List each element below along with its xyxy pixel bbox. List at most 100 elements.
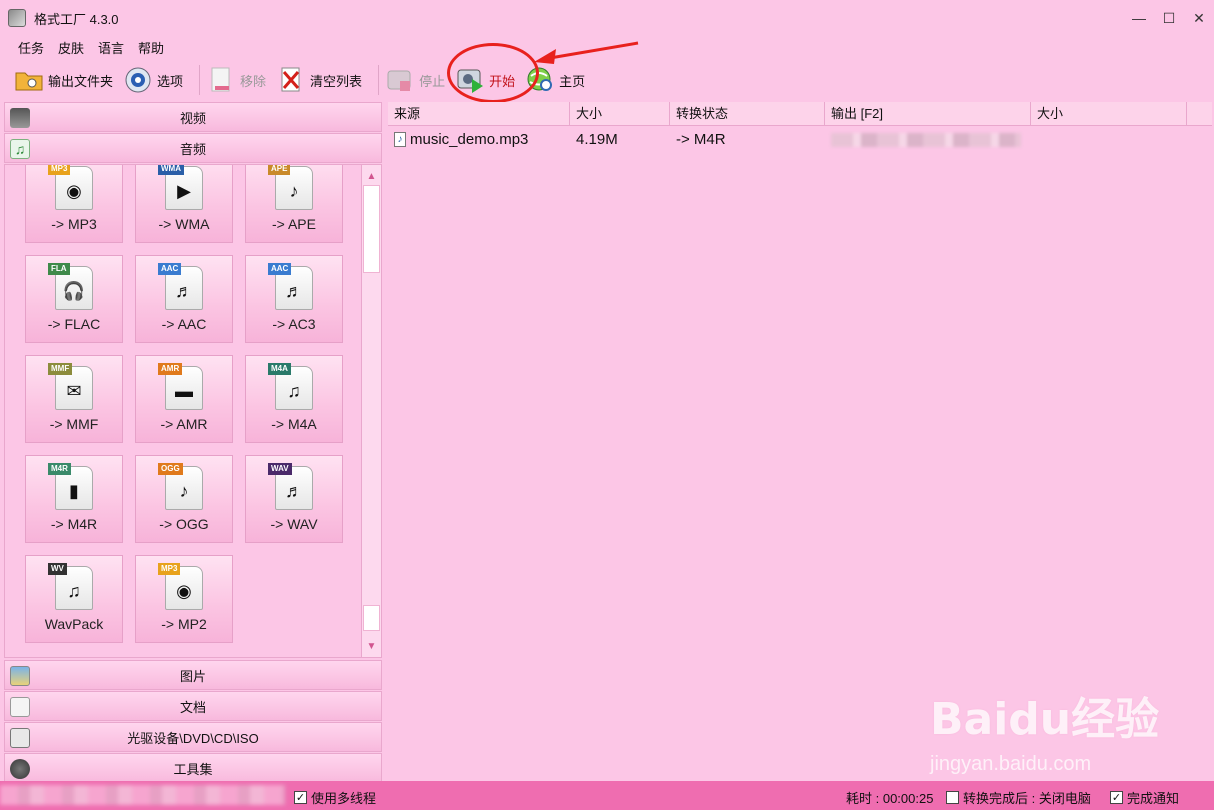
category-audio[interactable]: ♫ 音频 xyxy=(4,133,382,163)
home-label: 主页 xyxy=(559,73,586,89)
format-tag: MP3 xyxy=(48,165,71,175)
output-folder-button[interactable]: 输出文件夹 xyxy=(14,62,123,98)
format-tile[interactable]: AMR ▬ -> AMR xyxy=(135,355,233,443)
notify-option[interactable]: ✓ 完成通知 xyxy=(1110,788,1179,807)
format-scrollbar[interactable]: ▲ ▼ xyxy=(361,165,381,657)
tools-icon xyxy=(10,759,30,779)
format-tag: WV xyxy=(48,563,67,575)
format-glyph-icon: ♫ xyxy=(287,381,301,401)
remove-button[interactable]: 移除 xyxy=(206,62,276,98)
after-done-option[interactable]: 转换完成后 : 关闭电脑 xyxy=(946,788,1091,807)
format-tag: APE xyxy=(268,165,291,175)
column-source[interactable]: 来源 xyxy=(388,102,570,126)
category-rom[interactable]: 光驱设备\DVD\CD\ISO xyxy=(4,722,382,752)
column-output[interactable]: 输出 [F2] xyxy=(825,102,1031,126)
after-done-label: 转换完成后 : 关闭电脑 xyxy=(963,791,1091,806)
format-file-icon: M4A ♫ xyxy=(268,363,313,410)
film-icon xyxy=(10,108,30,128)
output-folder-label: 输出文件夹 xyxy=(48,73,114,89)
format-tile[interactable]: WAV ♬ -> WAV xyxy=(245,455,343,543)
format-tile[interactable]: AAC ♬ -> AAC xyxy=(135,255,233,343)
format-tile[interactable]: FLA 🎧 -> FLAC xyxy=(25,255,123,343)
format-tile[interactable]: MP3 ◉ -> MP2 xyxy=(135,555,233,643)
options-button[interactable]: 选项 xyxy=(123,62,193,98)
format-tile[interactable]: APE ♪ -> APE xyxy=(245,165,343,243)
format-tag: M4R xyxy=(48,463,71,475)
watermark-brand: Baidu经验 xyxy=(930,694,1160,745)
stop-label: 停止 xyxy=(419,73,446,89)
category-picture-label: 图片 xyxy=(179,668,206,684)
format-file-icon: WV ♫ xyxy=(48,563,93,610)
format-glyph-icon: ◉ xyxy=(66,181,82,201)
format-tile[interactable]: MMF ✉ -> MMF xyxy=(25,355,123,443)
format-label: -> M4A xyxy=(271,416,317,432)
picture-icon xyxy=(10,666,30,686)
format-file-icon: APE ♪ xyxy=(268,165,313,210)
format-glyph-icon: ▬ xyxy=(175,381,193,401)
format-label: -> AMR xyxy=(160,416,208,432)
category-video[interactable]: 视频 xyxy=(4,102,382,132)
format-label: -> WMA xyxy=(158,216,210,232)
document-icon xyxy=(10,697,30,717)
options-label: 选项 xyxy=(157,73,184,89)
scroll-thumb[interactable] xyxy=(363,185,380,273)
annotation-arrow-icon xyxy=(534,41,639,64)
multithread-option[interactable]: ✓ 使用多线程 xyxy=(294,788,376,807)
menu-bar: 任务 皮肤 语言 帮助 xyxy=(0,36,178,58)
format-tile[interactable]: WV ♫ WavPack xyxy=(25,555,123,643)
column-output-size[interactable]: 大小 xyxy=(1031,102,1187,126)
format-glyph-icon: ♪ xyxy=(179,481,189,501)
category-picture[interactable]: 图片 xyxy=(4,660,382,690)
window-title: 格式工厂 4.3.0 xyxy=(34,11,119,27)
format-glyph-icon: ♪ xyxy=(289,181,299,201)
format-tag: MMF xyxy=(48,363,73,375)
category-tools-label: 工具集 xyxy=(173,761,213,777)
clear-list-label: 清空列表 xyxy=(310,73,363,89)
format-tile[interactable]: OGG ♪ -> OGG xyxy=(135,455,233,543)
table-row[interactable]: ♪ music_demo.mp3 4.19M -> M4R xyxy=(388,126,1212,152)
elapsed-time: 耗时 : 00:00:25 xyxy=(846,788,933,807)
category-tools[interactable]: 工具集 xyxy=(4,753,382,783)
format-tag: MP3 xyxy=(158,563,181,575)
minimize-button[interactable]: — xyxy=(1124,0,1154,36)
category-document[interactable]: 文档 xyxy=(4,691,382,721)
format-tile[interactable]: AAC ♬ -> AC3 xyxy=(245,255,343,343)
window-controls: — ☐ ✕ xyxy=(1124,0,1214,36)
baidu-watermark: Baidu经验 jingyan.baidu.com xyxy=(930,675,1190,785)
format-tile[interactable]: WMA ▶ -> WMA xyxy=(135,165,233,243)
column-size[interactable]: 大小 xyxy=(570,102,670,126)
close-button[interactable]: ✕ xyxy=(1184,0,1214,36)
menu-language[interactable]: 语言 xyxy=(98,38,124,57)
app-icon xyxy=(8,9,26,27)
format-tag: FLA xyxy=(48,263,70,275)
menu-help[interactable]: 帮助 xyxy=(138,38,164,57)
remove-file-icon xyxy=(206,65,236,95)
format-glyph-icon: ♬ xyxy=(285,281,303,301)
format-tag: M4A xyxy=(268,363,291,375)
menu-skin[interactable]: 皮肤 xyxy=(58,38,84,57)
format-file-icon: MP3 ◉ xyxy=(48,165,93,210)
multithread-checkbox[interactable]: ✓ xyxy=(294,791,307,804)
format-glyph-icon: ♬ xyxy=(175,281,193,301)
clear-list-button[interactable]: 清空列表 xyxy=(276,62,372,98)
audio-format-grid: MP3 ◉ -> MP3 WMA ▶ -> WMA APE ♪ -> APE FLA 🎧 -> FLA… xyxy=(4,164,382,658)
format-file-icon: AAC ♬ xyxy=(158,263,203,310)
scroll-down-icon[interactable]: ▼ xyxy=(362,637,381,655)
stop-button[interactable]: 停止 xyxy=(385,62,455,98)
notify-checkbox[interactable]: ✓ xyxy=(1110,791,1123,804)
after-done-checkbox[interactable] xyxy=(946,791,959,804)
maximize-button[interactable]: ☐ xyxy=(1154,0,1184,36)
column-status[interactable]: 转换状态 xyxy=(670,102,825,126)
format-label: -> APE xyxy=(272,216,316,232)
row-output-redacted xyxy=(831,133,1021,147)
format-label: -> MP2 xyxy=(161,616,207,632)
format-tile[interactable]: M4A ♫ -> M4A xyxy=(245,355,343,443)
format-tag: WAV xyxy=(268,463,292,475)
task-table-header: 来源 大小 转换状态 输出 [F2] 大小 xyxy=(388,102,1212,126)
scroll-up-icon[interactable]: ▲ xyxy=(362,167,381,185)
menu-task[interactable]: 任务 xyxy=(18,38,44,57)
format-glyph-icon: ♬ xyxy=(285,481,303,501)
format-tile[interactable]: M4R ▮ -> M4R xyxy=(25,455,123,543)
format-tile[interactable]: MP3 ◉ -> MP3 xyxy=(25,165,123,243)
category-rom-label: 光驱设备\DVD\CD\ISO xyxy=(127,730,259,746)
